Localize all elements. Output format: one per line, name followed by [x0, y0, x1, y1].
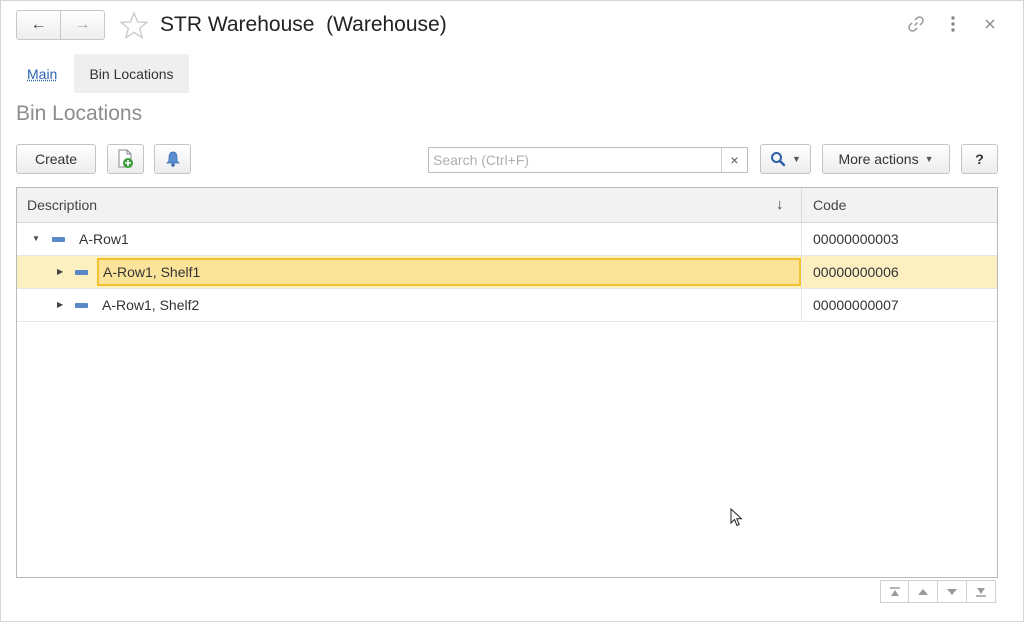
search-options-button[interactable]: ▼ [760, 144, 811, 174]
create-button[interactable]: Create [16, 144, 96, 174]
search-clear-button[interactable]: × [721, 148, 747, 172]
table-pager [880, 580, 998, 604]
chevron-down-icon [947, 588, 957, 595]
column-divider [801, 289, 802, 321]
more-actions-button[interactable]: More actions ▼ [822, 144, 950, 174]
expand-toggle-icon[interactable]: ▶ [57, 256, 63, 288]
scroll-down-button[interactable] [938, 580, 967, 603]
column-divider [801, 256, 802, 288]
chevron-down-icon: ▼ [792, 154, 801, 164]
last-page-icon [976, 587, 986, 597]
add-document-icon [118, 149, 133, 168]
link-icon [908, 16, 924, 32]
search-input[interactable] [429, 148, 729, 172]
row-description: A-Row1, Shelf1 [103, 264, 201, 280]
tab-bin-locations[interactable]: Bin Locations [74, 54, 189, 93]
bell-icon [165, 151, 180, 167]
reminder-button[interactable] [154, 144, 191, 174]
sort-down-icon[interactable]: ↓ [776, 188, 784, 222]
star-icon [119, 11, 149, 40]
column-header-code[interactable]: Code [813, 188, 846, 222]
close-button[interactable] [979, 12, 1001, 36]
row-description: A-Row1, Shelf2 [102, 297, 200, 313]
first-page-icon [889, 586, 900, 596]
column-header-description[interactable]: Description [27, 188, 97, 222]
back-arrow-icon: ← [30, 16, 47, 33]
chevron-down-icon: ▼ [924, 154, 934, 164]
section-title: Bin Locations [16, 102, 143, 125]
table-row[interactable]: ▶ A-Row1, Shelf2 00000000007 [17, 289, 997, 322]
collapse-toggle-icon[interactable]: ▼ [32, 223, 40, 255]
link-button[interactable] [905, 12, 927, 36]
group-icon [75, 303, 88, 308]
favorite-star-button[interactable] [119, 11, 149, 41]
back-button[interactable]: ← [17, 11, 60, 39]
group-icon [75, 270, 88, 275]
more-actions-label: More actions [838, 151, 919, 167]
table-row-selected[interactable]: ▶ A-Row1, Shelf1 00000000006 [17, 256, 997, 289]
close-icon [985, 19, 995, 29]
bin-locations-table: Description ↓ Code ▼ A-Row1 00000000003 … [16, 187, 998, 578]
column-divider [801, 188, 802, 222]
scroll-top-button[interactable] [880, 580, 909, 603]
scroll-bottom-button[interactable] [967, 580, 996, 603]
table-row[interactable]: ▼ A-Row1 00000000003 [17, 223, 997, 256]
create-copy-button[interactable] [107, 144, 144, 174]
chevron-up-icon [918, 588, 928, 595]
forward-button[interactable]: → [60, 11, 104, 39]
window-title: STR Warehouse (Warehouse) [160, 13, 447, 36]
row-code: 00000000006 [813, 264, 899, 280]
column-divider [801, 223, 802, 255]
row-code: 00000000003 [813, 231, 899, 247]
forward-arrow-icon: → [74, 16, 91, 33]
group-icon [52, 237, 65, 242]
table-header: Description ↓ Code [17, 188, 997, 223]
more-menu-button[interactable] [942, 12, 964, 36]
focused-cell[interactable]: A-Row1, Shelf1 [97, 258, 801, 286]
row-code: 00000000007 [813, 297, 899, 313]
expand-toggle-icon[interactable]: ▶ [57, 289, 63, 321]
cursor-icon [730, 508, 743, 527]
more-vertical-icon [951, 16, 955, 32]
search-box: × [428, 147, 748, 173]
help-button[interactable]: ? [961, 144, 998, 174]
history-nav: ← → [16, 10, 105, 40]
scroll-up-button[interactable] [909, 580, 938, 603]
search-icon [771, 152, 786, 167]
row-description: A-Row1 [79, 231, 129, 247]
tab-main[interactable]: Main [27, 66, 57, 82]
